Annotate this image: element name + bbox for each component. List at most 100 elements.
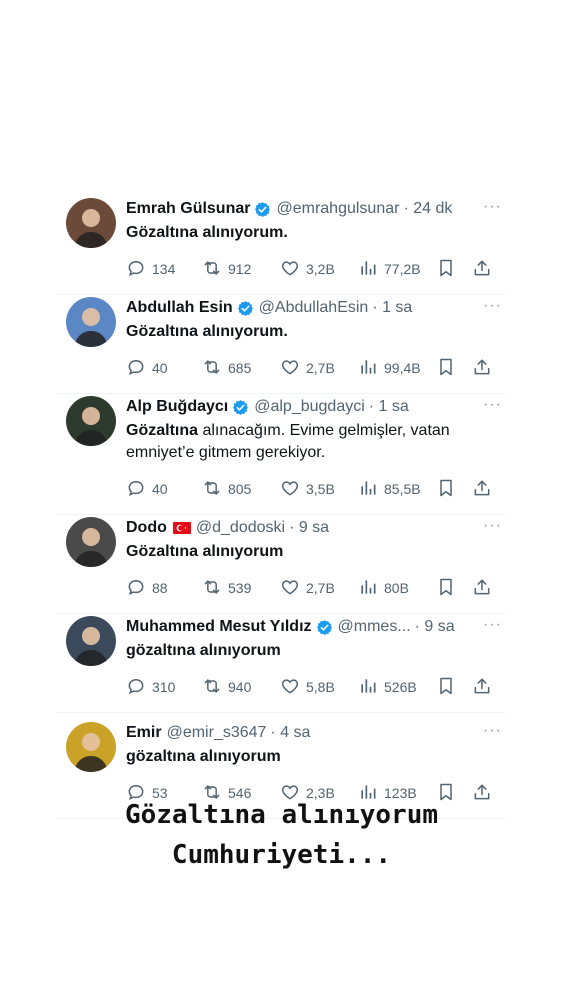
tweet-actions: 88 539 2,7B 80B [126, 577, 506, 599]
like-button[interactable]: 2,7B [280, 357, 335, 380]
bookmark-button[interactable] [436, 676, 462, 699]
tweet-text: gözaltına alınıyorum [126, 640, 506, 662]
avatar[interactable] [66, 517, 116, 567]
more-icon[interactable]: ··· [483, 297, 502, 315]
display-name[interactable]: Alp Buğdaycı [126, 398, 228, 416]
reply-icon [126, 676, 152, 699]
user-handle[interactable]: @AbdullahEsin [259, 299, 369, 317]
reply-icon [126, 478, 152, 501]
tweet[interactable]: Emrah Gülsunar @emrahgulsunar · 24 dk ··… [56, 198, 506, 295]
views-button[interactable]: 99,4B [358, 357, 421, 380]
retweet-count: 805 [228, 481, 252, 497]
tweet-text-bold: Gözaltına [126, 422, 199, 439]
more-icon[interactable]: ··· [483, 396, 502, 414]
tweet[interactable]: Alp Buğdaycı @alp_bugdayci · 1 sa ··· Gö… [56, 396, 506, 515]
reply-button[interactable]: 40 [126, 357, 168, 380]
reply-button[interactable]: 134 [126, 258, 175, 281]
views-count: 77,2B [384, 261, 421, 277]
share-button[interactable] [472, 258, 498, 281]
views-count: 526B [384, 679, 417, 695]
bookmark-button[interactable] [436, 577, 462, 600]
avatar[interactable] [66, 616, 116, 666]
tweet-time[interactable]: · 9 sa [289, 519, 329, 537]
tweet-time[interactable]: · 4 sa [270, 724, 310, 742]
tweet-actions: 40 685 2,7B 99,4B [126, 357, 506, 379]
tweet-actions: 40 805 3,5B 85,5B [126, 478, 506, 500]
more-icon[interactable]: ··· [483, 616, 502, 634]
more-icon[interactable]: ··· [483, 722, 502, 740]
avatar[interactable] [66, 297, 116, 347]
display-name[interactable]: Muhammed Mesut Yıldız [126, 618, 312, 636]
like-count: 3,5B [306, 481, 335, 497]
tweet[interactable]: Dodo @d_dodoski · 9 sa ··· Gözaltına alı… [56, 517, 506, 614]
tweet-text: gözaltına alınıyorum [126, 746, 506, 768]
reply-count: 40 [152, 360, 168, 376]
retweet-count: 546 [228, 785, 252, 801]
bookmark-button[interactable] [436, 478, 462, 501]
verified-badge-icon [237, 300, 253, 316]
avatar[interactable] [66, 722, 116, 772]
share-button[interactable] [472, 676, 498, 699]
retweet-button[interactable]: 685 [202, 357, 251, 380]
like-count: 2,7B [306, 360, 335, 376]
reply-button[interactable]: 310 [126, 676, 175, 699]
like-count: 2,7B [306, 580, 335, 596]
like-button[interactable]: 3,2B [280, 258, 335, 281]
reply-button[interactable]: 88 [126, 577, 168, 600]
reply-button[interactable]: 40 [126, 478, 168, 501]
caption-line-1: Gözaltına alınıyorum [124, 800, 439, 830]
display-name[interactable]: Emrah Gülsunar [126, 200, 250, 218]
like-count: 5,8B [306, 679, 335, 695]
retweet-count: 539 [228, 580, 252, 596]
more-icon[interactable]: ··· [483, 517, 502, 535]
views-button[interactable]: 85,5B [358, 478, 421, 501]
tweet-header: Alp Buğdaycı @alp_bugdayci · 1 sa [126, 396, 506, 418]
retweet-icon [202, 577, 228, 600]
views-button[interactable]: 77,2B [358, 258, 421, 281]
tweet[interactable]: Abdullah Esin @AbdullahEsin · 1 sa ··· G… [56, 297, 506, 394]
bookmark-button[interactable] [436, 357, 462, 380]
avatar[interactable] [66, 396, 116, 446]
tweet-text-bold: Gözaltına alınıyorum. [126, 323, 288, 340]
tweet-time[interactable]: · 24 dk [403, 200, 452, 218]
tweet-actions: 134 912 3,2B 77,2B [126, 258, 506, 280]
like-button[interactable]: 2,7B [280, 577, 335, 600]
tweet-text-bold: gözaltına alınıyorum [126, 642, 281, 659]
views-button[interactable]: 526B [358, 676, 417, 699]
display-name[interactable]: Dodo [126, 519, 167, 537]
tweet-time[interactable]: · 1 sa [369, 398, 409, 416]
retweet-button[interactable]: 940 [202, 676, 251, 699]
retweet-button[interactable]: 805 [202, 478, 251, 501]
display-name[interactable]: Abdullah Esin [126, 299, 233, 317]
tweet-time[interactable]: · 1 sa [372, 299, 412, 317]
retweet-button[interactable]: 912 [202, 258, 251, 281]
views-button[interactable]: 80B [358, 577, 409, 600]
share-icon [472, 478, 498, 501]
tweet-text-bold: Gözaltına alınıyorum. [126, 224, 288, 241]
avatar[interactable] [66, 198, 116, 248]
user-handle[interactable]: @emir_s3647 [167, 724, 267, 742]
tweet-text: Gözaltına alınıyorum [126, 541, 506, 563]
views-count: 80B [384, 580, 409, 596]
bookmark-button[interactable] [436, 258, 462, 281]
tweet[interactable]: Muhammed Mesut Yıldız @mmes... · 9 sa ··… [56, 616, 506, 713]
tweet-time[interactable]: · 9 sa [415, 618, 455, 636]
user-handle[interactable]: @d_dodoski [196, 519, 285, 537]
retweet-button[interactable]: 539 [202, 577, 251, 600]
user-handle[interactable]: @alp_bugdayci [254, 398, 365, 416]
bookmark-icon [436, 577, 462, 600]
like-button[interactable]: 5,8B [280, 676, 335, 699]
user-handle[interactable]: @emrahgulsunar [276, 200, 399, 218]
like-button[interactable]: 3,5B [280, 478, 335, 501]
tweet-header: Muhammed Mesut Yıldız @mmes... · 9 sa [126, 616, 506, 638]
display-name[interactable]: Emir [126, 724, 162, 742]
share-button[interactable] [472, 478, 498, 501]
views-count: 99,4B [384, 360, 421, 376]
reply-count: 40 [152, 481, 168, 497]
share-button[interactable] [472, 577, 498, 600]
reply-count: 53 [152, 785, 168, 801]
user-handle[interactable]: @mmes... [338, 618, 411, 636]
retweet-icon [202, 258, 228, 281]
more-icon[interactable]: ··· [483, 198, 502, 216]
share-button[interactable] [472, 357, 498, 380]
